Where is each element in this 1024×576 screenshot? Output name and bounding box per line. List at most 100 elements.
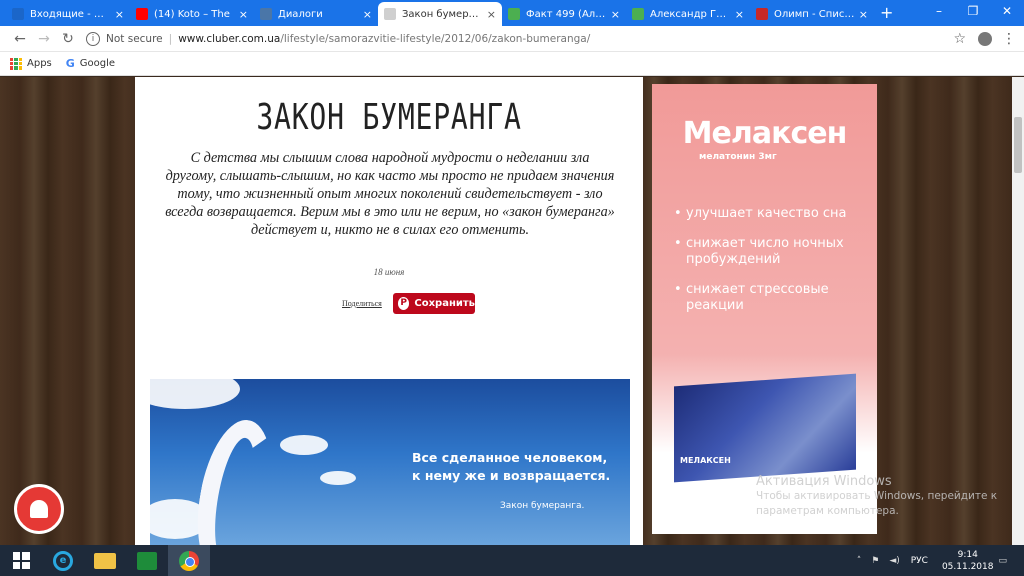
scrollbar-thumb[interactable] <box>1014 117 1022 173</box>
hero-caption: Закон бумеранга. <box>500 501 585 511</box>
separator: | <box>168 32 173 45</box>
clock-date: 05.11.2018 <box>941 561 994 572</box>
tab-olimp[interactable]: Олимп - Список с × <box>750 2 874 26</box>
security-label: Not secure <box>106 32 163 45</box>
article-date: 18 июня <box>373 267 405 277</box>
ad-benefit: снижает число ночных пробуждений <box>674 236 874 268</box>
cloud <box>320 471 356 485</box>
article: ЗАКОН БУМЕРАНГА С детства мы слышим слов… <box>135 77 643 545</box>
close-icon[interactable]: × <box>859 8 868 21</box>
hero-quote: Все сделанное человеком, к нему же и воз… <box>412 449 610 485</box>
bookmark-label: Google <box>79 58 116 69</box>
show-hidden-icons-icon[interactable]: ˄ <box>857 556 862 566</box>
tab-fact[interactable]: Факт 499 (Алексан × <box>502 2 626 26</box>
window-controls: – ❐ ✕ <box>922 0 1024 22</box>
page-scrollbar[interactable] <box>1012 77 1024 545</box>
ad-benefit: улучшает качество сна <box>674 206 874 222</box>
ad-benefit: снижает стрессовые реакции <box>674 282 874 314</box>
tab-strip: Входящие - Почта × (14) Koto – The × Диа… <box>0 0 1024 26</box>
new-tab-button[interactable]: + <box>880 3 893 22</box>
tab-title: Закон бумеранга <box>402 8 483 20</box>
network-icon[interactable]: ⚑ <box>871 556 879 566</box>
address-bar[interactable]: i Not secure | www.cluber.com.ua/lifesty… <box>86 29 953 49</box>
tab-title: Александр Гашин <box>650 8 731 20</box>
close-icon[interactable]: × <box>363 8 372 21</box>
store-icon <box>137 551 157 570</box>
taskbar-chrome[interactable] <box>168 545 210 576</box>
article-lead: С детства мы слышим слова народной мудро… <box>165 150 615 238</box>
taskbar-store[interactable] <box>126 545 168 576</box>
youtube-icon <box>136 8 148 20</box>
internet-explorer-icon: e <box>53 550 73 571</box>
page-icon <box>632 8 644 20</box>
watermark-heading: Активация Windows <box>756 474 892 489</box>
watermark-text: параметрам компьютера. <box>756 505 899 517</box>
tab-dialogs[interactable]: Диалоги × <box>254 2 378 26</box>
bookmarks-bar: Apps G Google <box>0 52 1024 76</box>
pinterest-icon: P <box>398 297 410 310</box>
ad-brand: Мелаксен <box>682 116 848 151</box>
minimize-icon[interactable]: – <box>922 0 956 22</box>
google-icon: G <box>65 57 75 70</box>
url-host: www.cluber.com.ua <box>178 32 281 45</box>
bell-icon <box>30 500 48 518</box>
save-label: Сохранить <box>414 298 475 309</box>
windows-taskbar: e ˄ ⚑ ◄) РУС 9:14 05.11.2018 ▭ <box>0 545 1024 576</box>
bookmark-star-icon[interactable]: ☆ <box>953 31 966 47</box>
cloud <box>150 379 240 409</box>
product-box-label: МЕЛАКСЕН <box>680 456 731 465</box>
taskbar-file-explorer[interactable] <box>84 545 126 576</box>
ad-benefits-list: улучшает качество сна снижает число ночн… <box>674 206 874 328</box>
restore-icon[interactable]: ❐ <box>956 0 990 22</box>
tab-zakon-bumeranga[interactable]: Закон бумеранга × <box>378 2 502 26</box>
info-icon[interactable]: i <box>86 31 100 46</box>
notifications-icon[interactable]: ▭ <box>998 556 1007 566</box>
windows-logo-icon <box>12 552 30 569</box>
melaxen-ad-banner[interactable]: Мелаксен мелатонин 3мг улучшает качество… <box>652 84 877 534</box>
article-hero-image: Все сделанное человеком, к нему же и воз… <box>150 379 630 545</box>
windows-activation-watermark: Активация Windows Чтобы активировать Win… <box>756 474 997 519</box>
bookmark-apps[interactable]: Apps <box>10 57 52 70</box>
tab-gashin[interactable]: Александр Гашин × <box>626 2 750 26</box>
language-indicator[interactable]: РУС <box>911 556 928 566</box>
tab-title: Факт 499 (Алексан <box>526 8 607 20</box>
hero-quote-line: Все сделанное человеком, <box>412 450 608 465</box>
article-title: ЗАКОН БУМЕРАНГА <box>256 97 522 138</box>
pinterest-save-button[interactable]: P Сохранить <box>393 293 475 314</box>
system-tray: ˄ ⚑ ◄) РУС 9:14 05.11.2018 ▭ <box>852 545 1012 576</box>
menu-icon[interactable]: ⋮ <box>1002 31 1016 47</box>
volume-icon[interactable]: ◄) <box>889 556 899 566</box>
tab-title: Входящие - Почта <box>30 8 111 20</box>
share-link[interactable]: Поделиться <box>342 299 382 308</box>
bookmark-google[interactable]: G Google <box>66 57 115 70</box>
start-button[interactable] <box>0 545 42 576</box>
tab-inbox[interactable]: Входящие - Почта × <box>6 2 130 26</box>
tab-title: Олимп - Список с <box>774 8 855 20</box>
watermark-text: Чтобы активировать Windows, перейдите к <box>756 490 998 502</box>
close-icon[interactable]: × <box>115 8 124 21</box>
taskbar-internet-explorer[interactable]: e <box>42 545 84 576</box>
close-icon[interactable]: × <box>611 8 620 21</box>
browser-toolbar: ← → ↻ i Not secure | www.cluber.com.ua/l… <box>0 26 1024 52</box>
taskbar-clock[interactable]: 9:14 05.11.2018 <box>942 549 994 573</box>
ad-subtitle: мелатонин 3мг <box>699 152 777 162</box>
vk-icon <box>260 8 272 20</box>
close-window-icon[interactable]: ✕ <box>990 0 1024 22</box>
forward-icon[interactable]: → <box>32 31 56 47</box>
tab-youtube[interactable]: (14) Koto – The × <box>130 2 254 26</box>
profile-avatar[interactable] <box>978 31 992 46</box>
bookmark-label: Apps <box>27 58 52 69</box>
close-icon[interactable]: × <box>239 8 248 21</box>
tab-title: (14) Koto – The <box>154 8 230 20</box>
close-icon[interactable]: × <box>487 8 496 21</box>
close-icon[interactable]: × <box>735 8 744 21</box>
boomerang-graphic <box>186 414 284 545</box>
reload-icon[interactable]: ↻ <box>56 31 80 47</box>
cloud <box>280 435 328 455</box>
mail-icon <box>12 8 24 20</box>
apps-grid-icon <box>10 57 22 70</box>
product-box-image <box>674 373 856 483</box>
back-icon[interactable]: ← <box>8 31 32 47</box>
page-icon <box>756 8 768 20</box>
notification-bell-button[interactable] <box>14 484 64 534</box>
